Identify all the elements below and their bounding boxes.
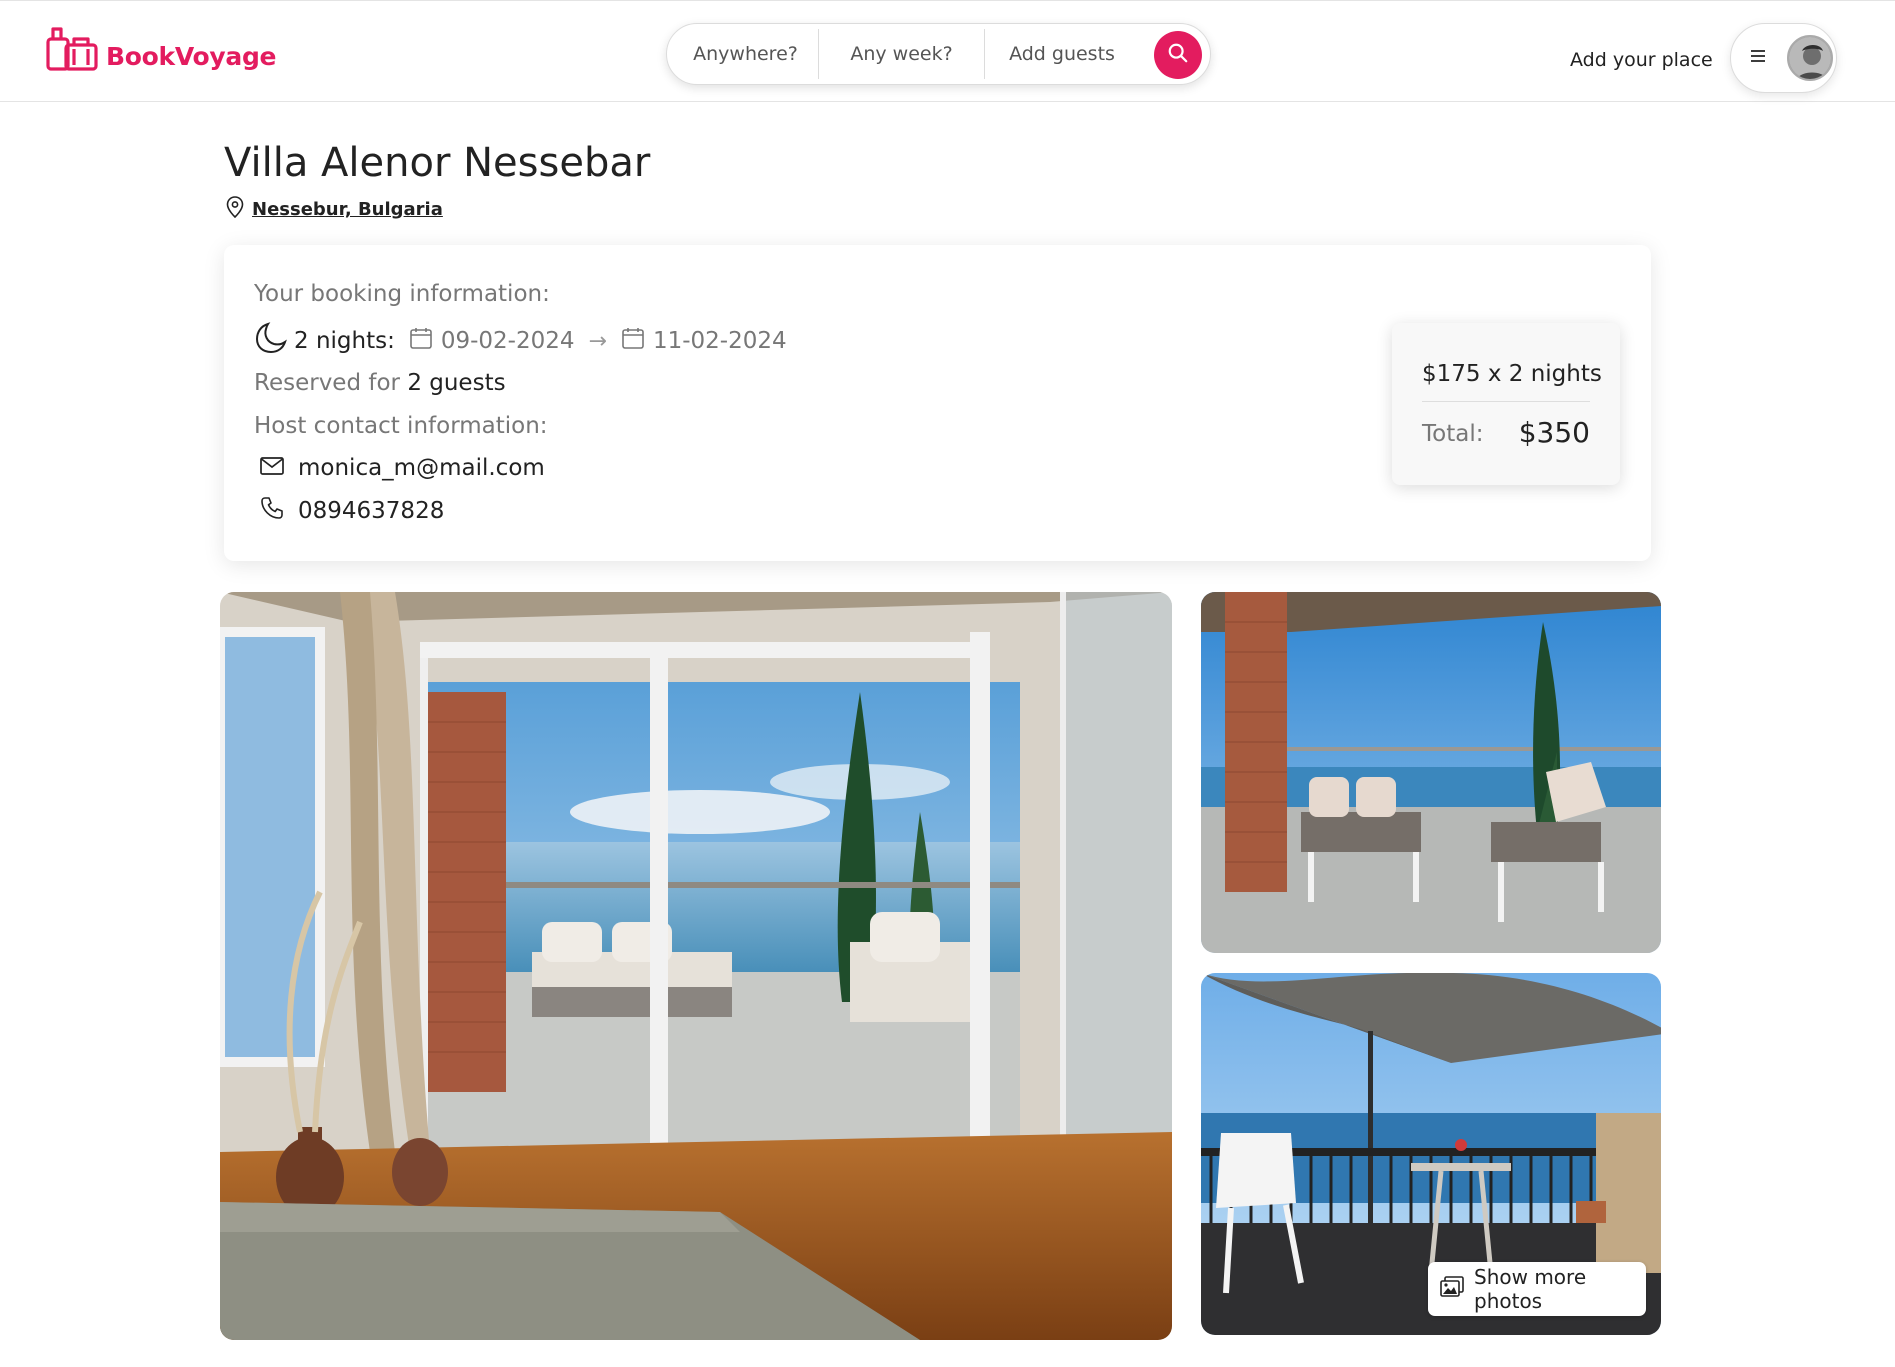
page-title: Villa Alenor Nessebar [224, 140, 651, 186]
divider [1422, 401, 1590, 402]
booking-heading: Your booking information: [254, 281, 550, 307]
search-where[interactable]: Anywhere? [667, 29, 819, 79]
guest-count: 2 guests [407, 370, 506, 396]
moon-icon [254, 321, 288, 361]
price-summary: $175 x 2 nights Total: $350 [1392, 323, 1620, 485]
nights-label: 2 nights: [294, 328, 395, 354]
check-in-date: 09-02-2024 [440, 328, 575, 354]
host-contact-heading: Host contact information: [254, 413, 548, 439]
search-when[interactable]: Any week? [819, 29, 985, 79]
booking-info-card: Your booking information: 2 nights: 09-0… [224, 245, 1651, 561]
host-email-row: monica_m@mail.com [260, 455, 545, 481]
total-label: Total: [1422, 421, 1484, 447]
reserved-guests: Reserved for 2 guests [254, 370, 506, 396]
phone-icon [260, 496, 284, 526]
map-pin-icon [226, 196, 244, 223]
avatar [1787, 35, 1833, 81]
show-more-photos-label: Show more photos [1474, 1265, 1587, 1313]
host-phone[interactable]: 0894637828 [298, 498, 444, 524]
price-rate: $175 x 2 nights [1422, 361, 1602, 387]
search-bar[interactable]: Anywhere? Any week? Add guests [666, 23, 1211, 85]
brand-logo[interactable]: BookVoyage [46, 25, 277, 78]
arrow-right-icon: → [588, 328, 607, 354]
booking-dates: 2 nights: 09-02-2024 → 11-02-2024 [254, 321, 787, 361]
host-phone-row: 0894637828 [260, 496, 444, 526]
location-link[interactable]: Nessebur, Bulgaria [252, 199, 443, 220]
total-price: $350 [1518, 416, 1590, 449]
search-button[interactable] [1154, 31, 1202, 79]
add-your-place-link[interactable]: Add your place [1570, 49, 1713, 71]
mail-icon [260, 455, 284, 481]
host-email[interactable]: monica_m@mail.com [298, 455, 545, 481]
show-more-photos-button[interactable]: Show more photos [1428, 1262, 1646, 1316]
check-out-date: 11-02-2024 [652, 328, 787, 354]
images-icon [1440, 1275, 1464, 1303]
calendar-icon [409, 326, 433, 356]
search-icon [1167, 42, 1189, 69]
location: Nessebur, Bulgaria [226, 196, 443, 223]
suitcase-icon [46, 25, 100, 78]
search-guests[interactable]: Add guests [985, 29, 1139, 79]
hamburger-icon [1751, 49, 1765, 67]
top-navbar: BookVoyage Anywhere? Any week? Add guest… [0, 0, 1895, 102]
user-menu-button[interactable] [1730, 23, 1837, 93]
brand-name: BookVoyage [106, 42, 277, 71]
main-photo[interactable] [220, 592, 1172, 1340]
calendar-icon [621, 326, 645, 356]
reserved-prefix: Reserved for [254, 370, 400, 396]
terrace-photo[interactable] [1201, 592, 1661, 953]
